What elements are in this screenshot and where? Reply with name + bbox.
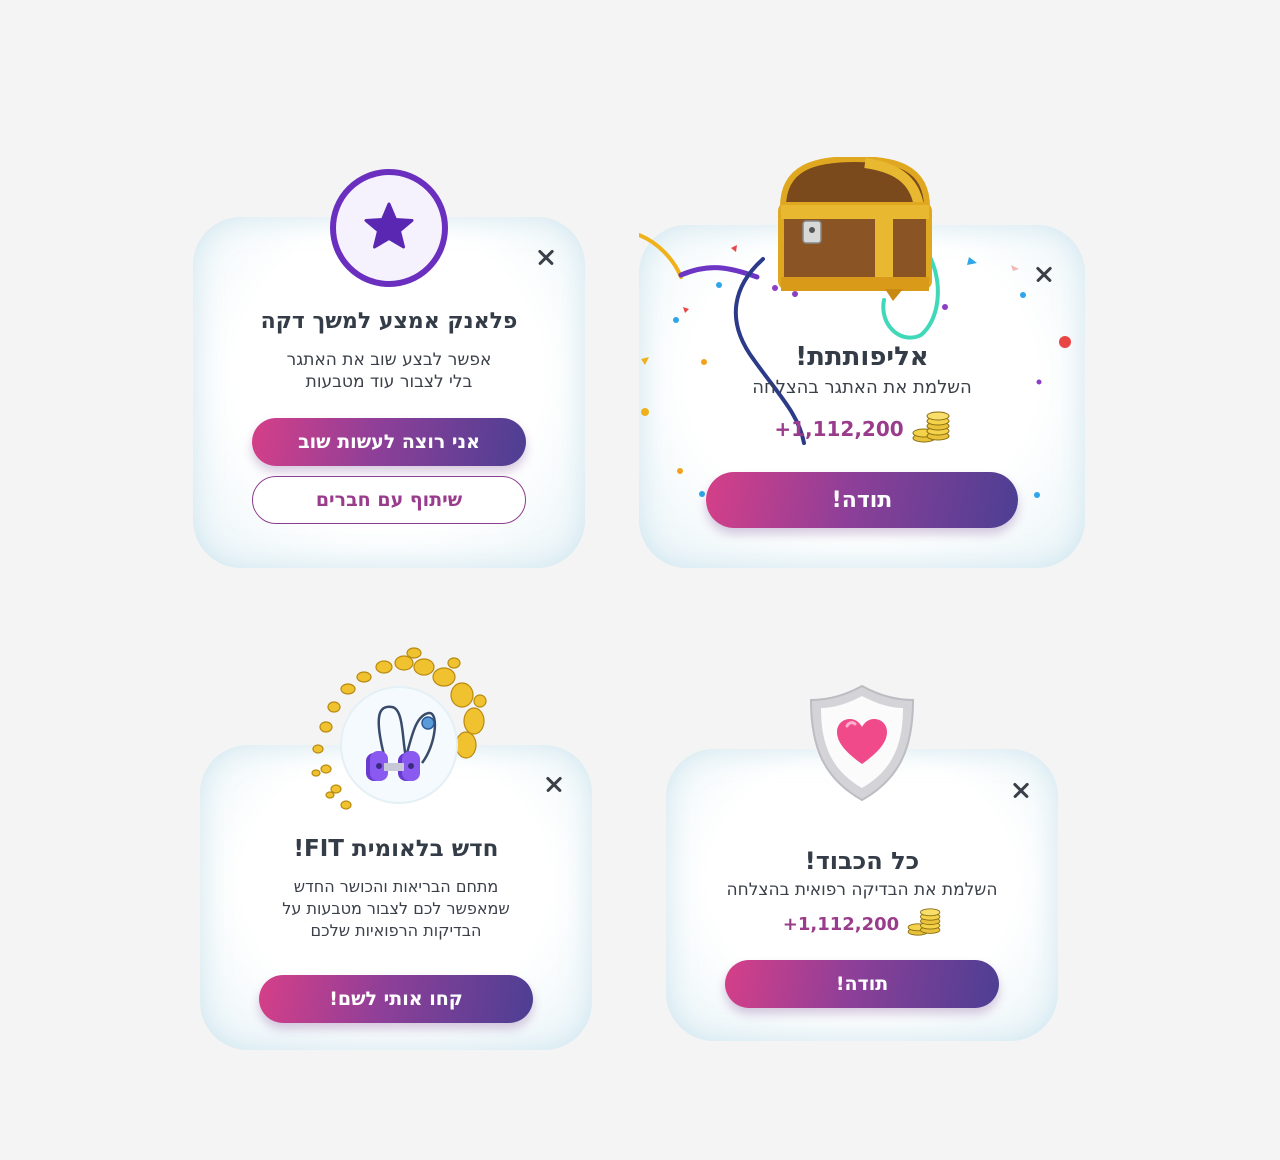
card-text-line-2: שמאפשר לכם לצבור מטבעות על bbox=[282, 899, 510, 918]
take-me-there-button[interactable]: קחו אותי לשם! bbox=[259, 975, 533, 1023]
card-text-line-1: מתחם הבריאות והכושר החדש bbox=[293, 877, 499, 896]
close-icon[interactable] bbox=[542, 772, 566, 796]
thanks-button[interactable]: תודה! bbox=[706, 472, 1018, 528]
treasure-chest-icon bbox=[775, 155, 935, 303]
card-title: אליפותתת! bbox=[795, 342, 929, 372]
coin-stack-icon bbox=[907, 907, 941, 941]
card-subtitle: השלמת את הבדיקה רפואית בהצלחה bbox=[726, 880, 998, 900]
reward-amount: +1,112,200 bbox=[774, 417, 904, 441]
card-title: חדש בלאומית FIT! bbox=[293, 836, 499, 862]
heart-shield-icon bbox=[805, 682, 919, 804]
thanks-button[interactable]: תודה! bbox=[725, 960, 999, 1008]
card-title: כל הכבוד! bbox=[804, 847, 920, 875]
close-icon[interactable] bbox=[534, 245, 558, 269]
card-title: פלאנק אמצע למשך דקה bbox=[260, 309, 518, 334]
stethoscope-dumbbell-icon bbox=[304, 645, 494, 825]
reward-row: +1,112,200 bbox=[666, 907, 1058, 941]
card-text-line-2: בלי לצבור עוד מטבעות bbox=[305, 372, 473, 392]
star-badge-icon bbox=[329, 168, 449, 288]
do-again-button[interactable]: אני רוצה לעשות שוב bbox=[252, 418, 526, 466]
close-icon[interactable] bbox=[1009, 778, 1033, 802]
card-text-line-3: הבדיקות הרפואיות שלכם bbox=[310, 921, 482, 940]
close-icon[interactable] bbox=[1032, 262, 1056, 286]
coin-stack-icon bbox=[912, 410, 950, 448]
card-subtitle: השלמת את האתגר בהצלחה bbox=[752, 377, 972, 398]
reward-amount: +1,112,200 bbox=[782, 913, 900, 935]
card-text-line-1: אפשר לבצע שוב את האתגר bbox=[286, 350, 492, 370]
reward-row: +1,112,200 bbox=[639, 411, 1085, 447]
share-with-friends-button[interactable]: שיתוף עם חברים bbox=[252, 476, 526, 524]
